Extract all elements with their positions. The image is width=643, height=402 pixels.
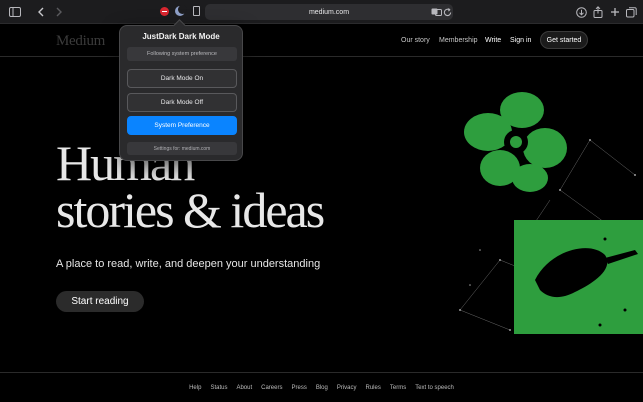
medium-logo[interactable]: Medium [56,33,105,50]
browser-toolbar: medium.com [0,0,643,24]
tab-overview-icon[interactable] [624,5,638,19]
forward-icon[interactable] [52,5,66,19]
reader-extension-icon[interactable] [193,6,200,16]
nav-membership[interactable]: Membership [439,37,478,44]
downloads-icon[interactable] [574,5,588,19]
system-preference-button[interactable]: System Preference [127,116,237,135]
popup-title: JustDark Dark Mode [142,32,220,41]
dark-mode-off-button[interactable]: Dark Mode Off [127,93,237,112]
footer-link-press[interactable]: Press [291,385,306,391]
footer-link-rules[interactable]: Rules [366,385,381,391]
footer-link-about[interactable]: About [236,385,252,391]
start-reading-button[interactable]: Start reading [56,291,144,312]
hero-illustration [440,80,643,340]
footer-link-status[interactable]: Status [210,385,227,391]
back-icon[interactable] [34,5,48,19]
hero-title-line-2: stories & ideas [56,182,325,238]
footer-link-text-to-speech[interactable]: Text to speech [415,385,454,391]
reload-icon[interactable] [440,5,454,19]
nav-our-story[interactable]: Our story [401,37,430,44]
dark-mode-popup: JustDark Dark Mode Following system pref… [119,25,243,161]
share-icon[interactable] [591,5,605,19]
address-bar[interactable]: medium.com [205,4,453,20]
new-tab-icon[interactable] [608,5,622,19]
footer-link-blog[interactable]: Blog [316,385,328,391]
footer-link-help[interactable]: Help [189,385,201,391]
footer-link-careers[interactable]: Careers [261,385,282,391]
hero-subtitle: A place to read, write, and deepen your … [56,258,321,270]
dark-mode-extension-icon[interactable] [175,5,187,16]
site-footer: Help Status About Careers Press Blog Pri… [0,372,643,402]
footer-link-privacy[interactable]: Privacy [337,385,357,391]
block-extension-icon[interactable] [160,7,169,16]
green-panel [514,220,643,334]
sidebar-toggle-icon[interactable] [8,5,22,19]
site-header: Medium Our story Membership Write Sign i… [0,25,643,57]
dark-mode-on-button[interactable]: Dark Mode On [127,69,237,88]
popup-status: Following system preference [127,47,237,61]
flower-shape [464,92,567,192]
nav-sign-in[interactable]: Sign in [510,37,531,44]
popup-settings-for: Settings for: medium.com [127,142,237,155]
footer-link-terms[interactable]: Terms [390,385,406,391]
get-started-button[interactable]: Get started [540,31,588,49]
nav-write[interactable]: Write [485,37,501,44]
url-text: medium.com [308,8,350,16]
